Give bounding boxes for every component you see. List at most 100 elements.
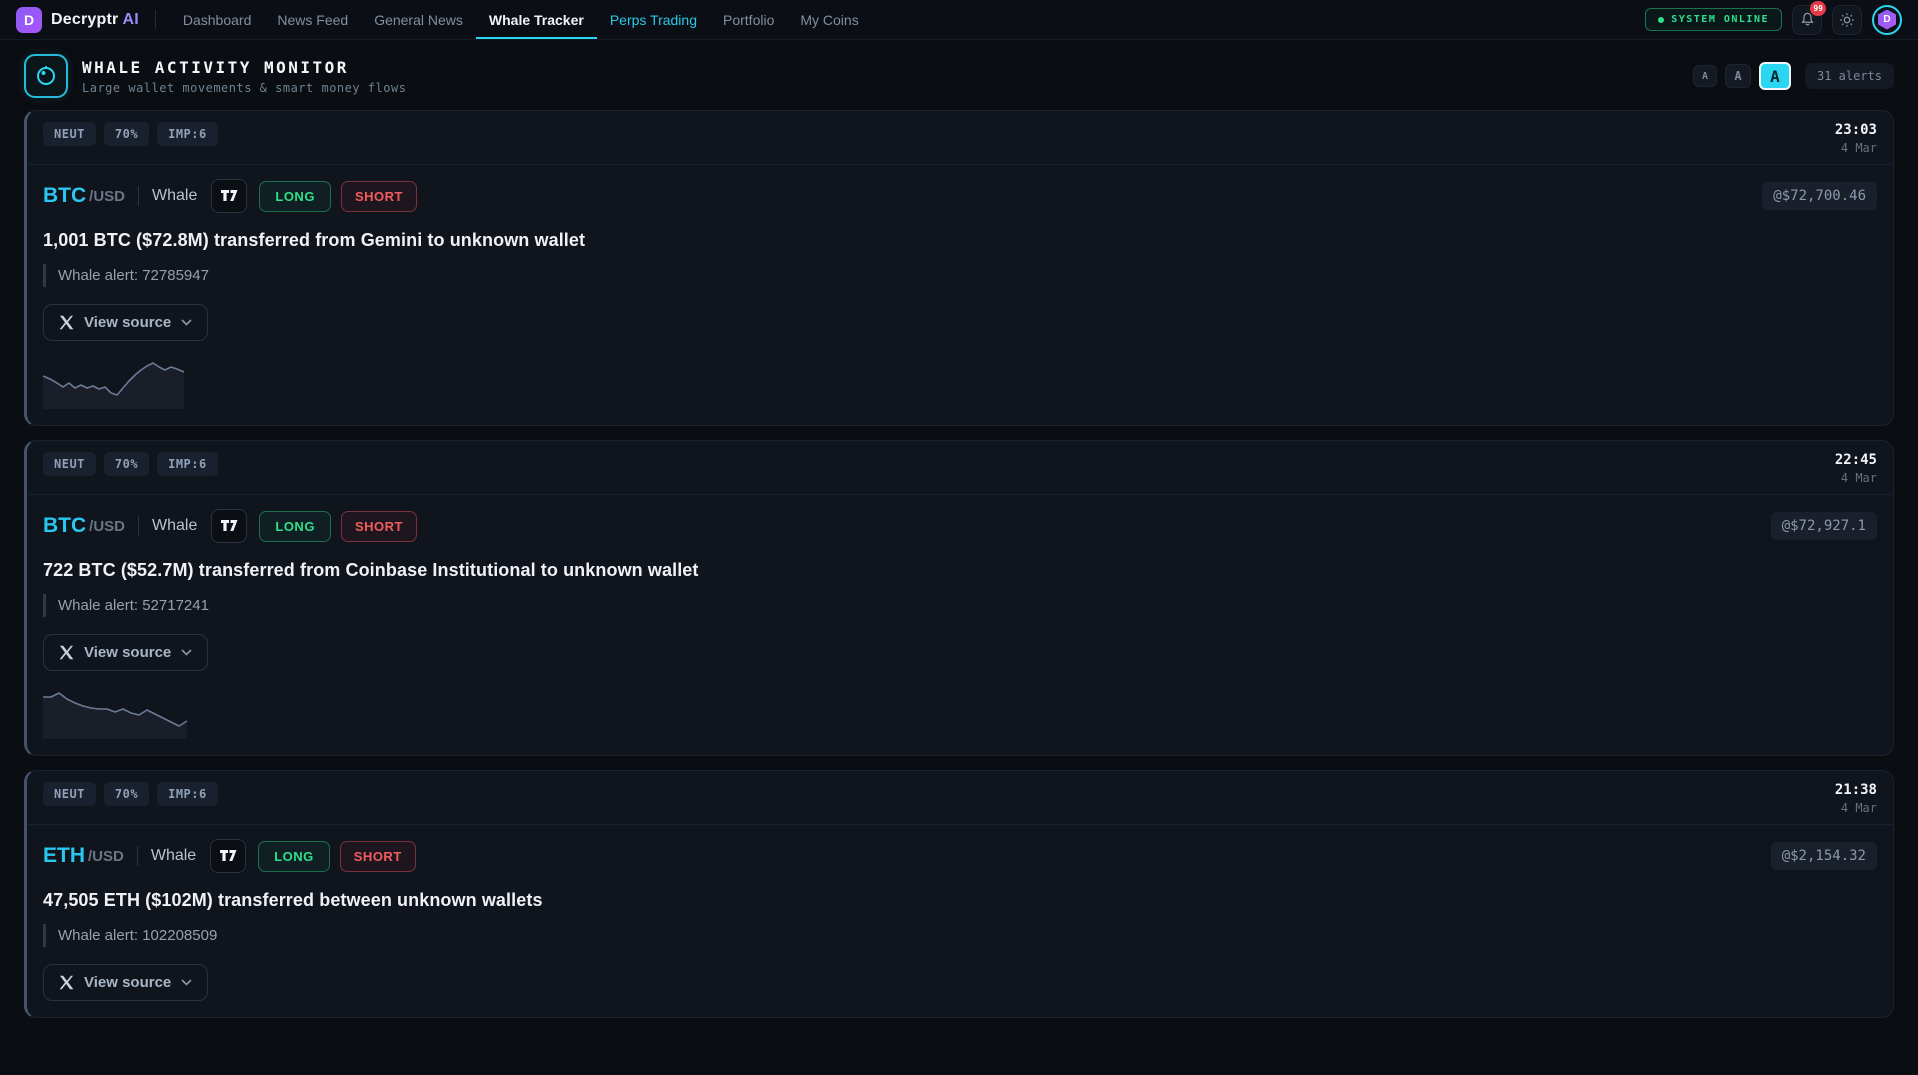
alert-headline: 1,001 BTC ($72.8M) transferred from Gemi…	[43, 230, 1877, 251]
ticker-symbol: BTC	[43, 514, 86, 538]
impact-badge: IMP:6	[157, 782, 218, 806]
alert-time: 21:38	[1835, 782, 1877, 798]
status-dot-icon	[1658, 17, 1664, 23]
nav-item[interactable]: Dashboard	[170, 0, 265, 39]
card-body: BTC /USD Whale LONG SHORT @$72,927.1 722…	[27, 495, 1893, 755]
price-sparkline	[43, 687, 193, 739]
view-source-button[interactable]: View source	[43, 304, 208, 341]
short-button[interactable]: SHORT	[341, 181, 417, 212]
tradingview-icon	[221, 190, 238, 202]
price-sparkline	[43, 357, 193, 409]
alert-summary: Whale alert: 52717241	[43, 594, 1877, 617]
nav-divider	[155, 10, 156, 29]
top-navbar: D Decryptr AI Dashboard News Feed Genera…	[0, 0, 1918, 40]
nav-item[interactable]: Whale Tracker	[476, 0, 597, 39]
confidence-badge: 70%	[104, 122, 149, 146]
impact-badge: IMP:6	[157, 452, 218, 476]
card-badges: NEUT 70% IMP:6	[43, 782, 218, 806]
price-badge: @$72,700.46	[1762, 182, 1877, 210]
chevron-down-icon	[181, 649, 192, 656]
x-twitter-icon	[59, 315, 74, 330]
nav-item[interactable]: General News	[361, 0, 476, 39]
ticker-pair: /USD	[89, 518, 125, 535]
font-size-large-button[interactable]: A	[1759, 62, 1791, 90]
alert-summary: Whale alert: 72785947	[43, 264, 1877, 287]
page-header-actions: A A A 31 alerts	[1693, 62, 1894, 90]
whale-alert-card: NEUT 70% IMP:6 21:38 4 Mar ETH /USD Whal…	[24, 770, 1894, 1018]
alert-time: 22:45	[1835, 452, 1877, 468]
source-name: Whale	[151, 847, 196, 865]
tradingview-button[interactable]	[211, 509, 247, 543]
nav-item[interactable]: News Feed	[264, 0, 361, 39]
nav-item[interactable]: My Coins	[787, 0, 871, 39]
alert-date: 4 Mar	[1835, 471, 1877, 485]
alerts-list: NEUT 70% IMP:6 23:03 4 Mar BTC /USD Whal…	[0, 110, 1918, 1018]
price-badge: @$72,927.1	[1771, 512, 1877, 540]
brand[interactable]: D Decryptr AI	[16, 0, 155, 39]
page-title: WHALE ACTIVITY MONITOR	[82, 58, 406, 77]
system-status-pill: SYSTEM ONLINE	[1645, 8, 1782, 31]
brand-name-accent: AI	[122, 11, 138, 28]
source-name: Whale	[152, 187, 197, 205]
alert-date: 4 Mar	[1835, 801, 1877, 815]
short-button[interactable]: SHORT	[341, 511, 417, 542]
card-header: NEUT 70% IMP:6 23:03 4 Mar	[27, 111, 1893, 165]
sentiment-badge: NEUT	[43, 782, 96, 806]
whale-monitor-icon	[24, 54, 68, 98]
chevron-down-icon	[181, 979, 192, 986]
nav-items: Dashboard News Feed General News Whale T…	[170, 0, 872, 39]
long-button[interactable]: LONG	[258, 841, 330, 872]
notifications-button[interactable]: 99	[1792, 5, 1822, 35]
long-button[interactable]: LONG	[259, 511, 331, 542]
view-source-label: View source	[84, 314, 171, 331]
brand-logo-icon: D	[16, 7, 42, 33]
avatar-logo-icon: D	[1877, 10, 1897, 30]
nav-item[interactable]: Perps Trading	[597, 0, 710, 39]
card-header: NEUT 70% IMP:6 21:38 4 Mar	[27, 771, 1893, 825]
alert-headline: 722 BTC ($52.7M) transferred from Coinba…	[43, 560, 1877, 581]
font-size-small-button[interactable]: A	[1693, 65, 1717, 87]
alert-headline: 47,505 ETH ($102M) transferred between u…	[43, 890, 1877, 911]
long-button[interactable]: LONG	[259, 181, 331, 212]
x-twitter-icon	[59, 975, 74, 990]
ticker-symbol: ETH	[43, 844, 85, 868]
theme-toggle-button[interactable]	[1832, 5, 1862, 35]
source-name: Whale	[152, 517, 197, 535]
tradingview-button[interactable]	[210, 839, 246, 873]
view-source-label: View source	[84, 644, 171, 661]
ticker-pair: /USD	[88, 848, 124, 865]
brand-name-primary: Decryptr	[51, 11, 118, 28]
short-button[interactable]: SHORT	[340, 841, 416, 872]
alerts-count-badge: 31 alerts	[1805, 63, 1894, 89]
alert-summary: Whale alert: 102208509	[43, 924, 1877, 947]
page-header-text: WHALE ACTIVITY MONITOR Large wallet move…	[82, 58, 406, 95]
chevron-down-icon	[181, 319, 192, 326]
tradingview-button[interactable]	[211, 179, 247, 213]
view-source-button[interactable]: View source	[43, 964, 208, 1001]
time-block: 23:03 4 Mar	[1835, 122, 1877, 155]
ticker-symbol: BTC	[43, 184, 86, 208]
font-size-medium-button[interactable]: A	[1725, 64, 1751, 88]
vertical-divider	[138, 186, 139, 206]
view-source-button[interactable]: View source	[43, 634, 208, 671]
ticker-pair: /USD	[89, 188, 125, 205]
system-status-label: SYSTEM ONLINE	[1671, 14, 1769, 25]
card-body: ETH /USD Whale LONG SHORT @$2,154.32 47,…	[27, 825, 1893, 1017]
navbar-right: SYSTEM ONLINE 99 D	[1645, 0, 1902, 39]
card-body: BTC /USD Whale LONG SHORT @$72,700.46 1,…	[27, 165, 1893, 425]
time-block: 21:38 4 Mar	[1835, 782, 1877, 815]
card-badges: NEUT 70% IMP:6	[43, 122, 218, 146]
notification-count-badge: 99	[1810, 1, 1826, 16]
user-avatar[interactable]: D	[1872, 5, 1902, 35]
sentiment-badge: NEUT	[43, 452, 96, 476]
nav-item[interactable]: Portfolio	[710, 0, 787, 39]
tradingview-icon	[220, 850, 237, 862]
time-block: 22:45 4 Mar	[1835, 452, 1877, 485]
x-twitter-icon	[59, 645, 74, 660]
confidence-badge: 70%	[104, 782, 149, 806]
view-source-label: View source	[84, 974, 171, 991]
vertical-divider	[137, 846, 138, 866]
brand-name: Decryptr AI	[51, 11, 139, 29]
confidence-badge: 70%	[104, 452, 149, 476]
price-badge: @$2,154.32	[1771, 842, 1877, 870]
